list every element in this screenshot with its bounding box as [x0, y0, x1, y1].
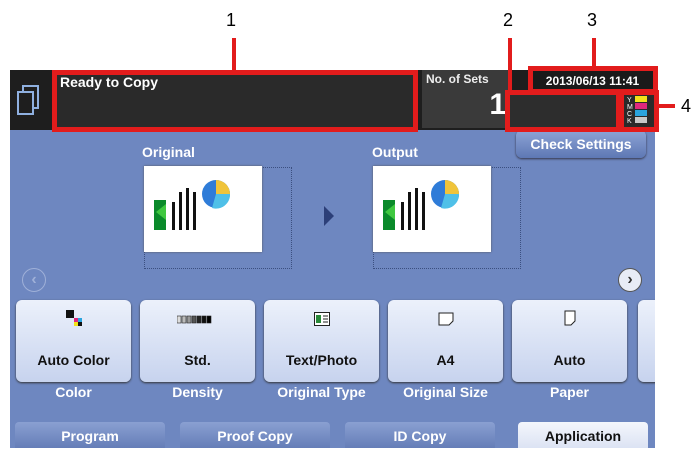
scroll-left-button[interactable]: ‹ — [22, 268, 46, 292]
callout-4-highlight — [619, 90, 659, 132]
original-type-label: Original Type — [277, 384, 366, 400]
preview-arrow-icon — [324, 206, 334, 226]
original-size-label: Original Size — [403, 384, 488, 400]
callout-4: 4 — [681, 96, 692, 116]
scroll-right-button[interactable]: › — [618, 268, 642, 292]
paper-icon — [564, 310, 576, 326]
tab-application[interactable]: Application — [518, 422, 648, 448]
original-size-button[interactable]: A4 — [388, 300, 503, 382]
density-button[interactable]: Std. — [140, 300, 255, 382]
callout-3-leader — [592, 38, 596, 68]
callout-4-leader — [657, 104, 675, 108]
color-button[interactable]: Auto Color — [16, 300, 131, 382]
output-preview-thumbnail — [373, 166, 491, 252]
paper-button[interactable]: Auto — [512, 300, 627, 382]
original-type-value: Text/Photo — [285, 352, 358, 368]
original-type-button[interactable]: Text/Photo — [264, 300, 379, 382]
original-type-icon — [314, 312, 330, 326]
paper-label: Paper — [550, 384, 589, 400]
sets-label: No. of Sets — [426, 72, 489, 86]
color-value: Auto Color — [37, 352, 110, 368]
output-label: Output — [372, 144, 418, 160]
tab-proof-copy[interactable]: Proof Copy — [180, 422, 330, 448]
callout-1: 1 — [226, 10, 237, 30]
sets-value: 1 — [489, 88, 506, 121]
original-label: Original — [142, 144, 195, 160]
callout-2-highlight — [505, 90, 621, 132]
density-label: Density — [172, 384, 223, 400]
callout-1-leader — [232, 38, 236, 72]
density-icon — [177, 315, 212, 324]
color-icon — [66, 310, 82, 326]
original-preview-thumbnail — [144, 166, 262, 252]
paper-value: Auto — [553, 352, 586, 368]
next-function-button-partial[interactable] — [638, 300, 655, 382]
color-label: Color — [55, 384, 92, 400]
tab-program[interactable]: Program — [15, 422, 165, 448]
callout-1-highlight — [52, 70, 418, 132]
check-settings-button[interactable]: Check Settings — [516, 130, 646, 158]
number-of-sets[interactable]: No. of Sets 1 — [422, 70, 512, 128]
callout-3: 3 — [587, 10, 598, 30]
original-size-icon — [438, 312, 454, 326]
tab-id-copy[interactable]: ID Copy — [345, 422, 495, 448]
original-size-value: A4 — [436, 352, 455, 368]
callout-2: 2 — [503, 10, 514, 30]
callout-2-leader — [508, 38, 512, 92]
copy-mode-icon[interactable] — [14, 80, 42, 120]
density-value: Std. — [184, 352, 211, 368]
